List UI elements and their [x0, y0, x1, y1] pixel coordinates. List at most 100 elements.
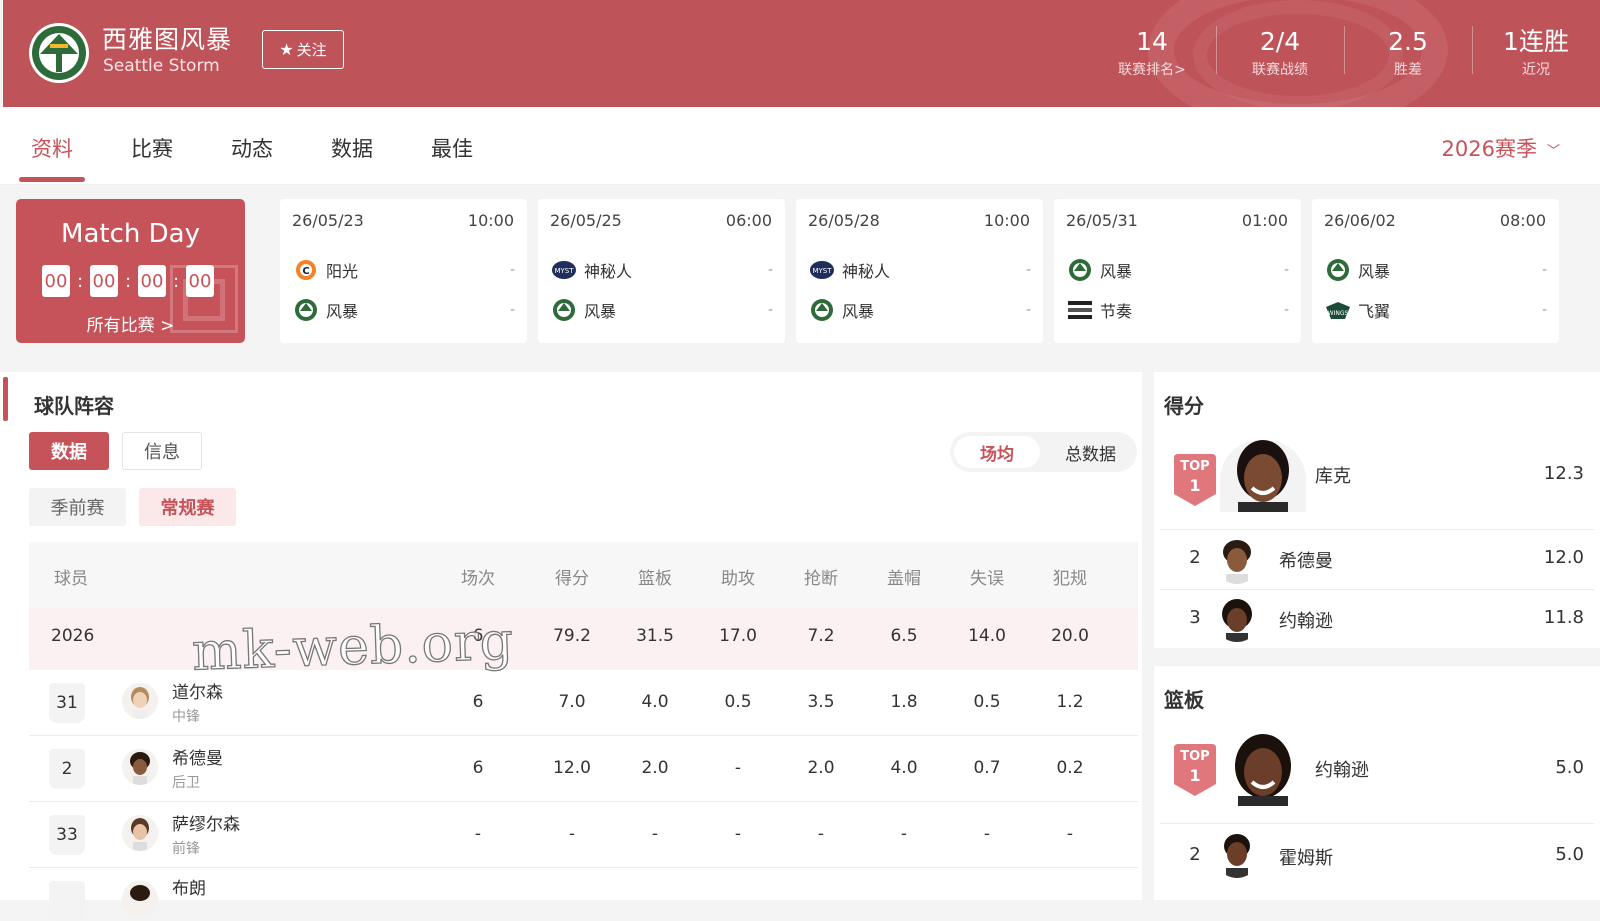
game-date: 26/05/23 — [292, 211, 364, 230]
game-card[interactable]: 26/05/31 01:00 风暴 - 节奏 - — [1054, 199, 1301, 343]
game-card[interactable]: 26/05/28 10:00 MYST 神秘人 - 风暴 - — [796, 199, 1043, 343]
team-name-cn: 西雅图风暴 — [102, 25, 233, 54]
tab-profile[interactable]: 资料 — [31, 133, 73, 163]
game-card[interactable]: 26/05/23 10:00 C 阳光 - 风暴 - — [280, 199, 527, 343]
team-name: 阳光 — [326, 262, 359, 281]
col-blocks: 盖帽 — [887, 569, 921, 589]
mystics-logo-icon: MYST — [550, 257, 577, 284]
svg-text:C: C — [302, 266, 309, 277]
game-card[interactable]: 26/06/02 08:00 风暴 - WINGS 飞翼 - — [1312, 199, 1559, 343]
storm-logo-icon — [808, 297, 835, 324]
stat-value: 2/4 — [1259, 27, 1301, 56]
col-player: 球员 — [54, 569, 88, 589]
leader-row-top[interactable]: TOP 1 约翰逊 5.0 — [1160, 730, 1594, 824]
player-rebounds: 4.0 — [641, 692, 669, 712]
player-steals: 3.5 — [807, 692, 835, 712]
player-points: 12.0 — [553, 758, 591, 778]
scoring-leaders-panel: 得分 TOP 1 库克 12.3 2 希德曼 12.0 3 约翰逊 11.8 — [1154, 372, 1600, 648]
team-tabs: 资料 比赛 动态 数据 最佳 2026赛季 ﹀ — [0, 107, 1600, 185]
table-row[interactable]: 33 萨缪尔森 前锋 - - - - - - - - — [29, 802, 1138, 868]
game-team-row: 风暴 - — [1066, 256, 1289, 284]
roster-table-header: 球员 场次 得分 篮板 助攻 抢断 盖帽 失误 犯规 — [29, 542, 1138, 608]
player-turnovers: 0.7 — [973, 758, 1001, 778]
team-score: - — [767, 302, 773, 318]
countdown-seconds: 00 — [186, 265, 214, 297]
match-day-card: Match Day 00 : 00 : 00 : 00 所有比赛 > — [16, 199, 245, 343]
game-time: 10:00 — [983, 211, 1030, 230]
player-turnovers: 0.5 — [973, 692, 1001, 712]
countdown-minutes: 00 — [138, 265, 166, 297]
view-tab-info[interactable]: 信息 — [122, 432, 202, 470]
wings-logo-icon: WINGS — [1324, 297, 1351, 324]
leader-photo — [1214, 830, 1260, 878]
leader-row[interactable]: 2 希德曼 12.0 — [1160, 530, 1594, 590]
leader-row-top[interactable]: TOP 1 库克 12.3 — [1160, 436, 1594, 530]
svg-text:MYST: MYST — [554, 267, 574, 275]
team-name: 神秘人 — [584, 262, 633, 281]
season-selector[interactable]: 2026赛季 ﹀ — [1442, 133, 1560, 163]
stat-mode-toggle: 场均 总数据 — [950, 432, 1137, 472]
table-row[interactable]: 2 希德曼 后卫 6 12.0 2.0 - 2.0 4.0 0.7 0.2 — [29, 736, 1138, 802]
tab-data[interactable]: 数据 — [331, 133, 373, 163]
leader-photo — [1220, 440, 1306, 512]
leader-photo — [1214, 596, 1260, 642]
player-fouls: - — [1066, 824, 1074, 844]
follow-label: 关注 — [296, 42, 327, 59]
follow-button[interactable]: ★ 关注 — [262, 30, 344, 69]
summary-assists: 17.0 — [719, 626, 757, 646]
summary-turnovers: 14.0 — [968, 626, 1006, 646]
tab-best[interactable]: 最佳 — [431, 133, 473, 163]
table-row[interactable]: 31 道尔森 中锋 6 7.0 4.0 0.5 3.5 1.8 0.5 1.2 — [29, 670, 1138, 736]
col-turnovers: 失误 — [970, 569, 1004, 589]
player-blocks: 1.8 — [890, 692, 918, 712]
stat-label: 胜差 — [1394, 62, 1422, 78]
stat-recent-form: 1连胜 近况 — [1472, 0, 1600, 107]
leader-name: 约翰逊 — [1315, 760, 1369, 781]
game-team-row: 风暴 - — [808, 296, 1031, 324]
tab-news[interactable]: 动态 — [231, 133, 273, 163]
leader-photo — [1220, 734, 1306, 806]
leader-row[interactable]: 3 约翰逊 11.8 — [1160, 590, 1594, 648]
summary-blocks: 6.5 — [890, 626, 918, 646]
jersey-number: 2 — [49, 749, 85, 789]
player-assists: - — [734, 758, 742, 778]
game-card[interactable]: 26/05/25 06:00 MYST 神秘人 - 风暴 - — [538, 199, 785, 343]
jersey-number — [49, 881, 85, 921]
player-fouls: 0.2 — [1056, 758, 1084, 778]
leader-name: 希德曼 — [1279, 551, 1333, 572]
leader-name: 库克 — [1315, 466, 1351, 487]
storm-logo-icon — [550, 297, 577, 324]
stat-label: 联赛排名> — [1118, 62, 1186, 78]
toggle-totals[interactable]: 总数据 — [1048, 436, 1133, 468]
player-avatar — [122, 749, 158, 785]
top-rank-badge: TOP 1 — [1172, 744, 1218, 798]
game-time: 01:00 — [1241, 211, 1288, 230]
roster-title: 球队阵容 — [34, 394, 114, 418]
player-avatar — [122, 683, 158, 719]
game-team-row: 风暴 - — [550, 296, 773, 324]
view-tab-data[interactable]: 数据 — [29, 432, 109, 470]
all-games-link[interactable]: 所有比赛 > — [16, 311, 245, 336]
top-label: TOP — [1180, 459, 1210, 474]
toggle-per-game[interactable]: 场均 — [954, 436, 1040, 468]
team-name: 风暴 — [1100, 262, 1133, 281]
stat-league-rank[interactable]: 14 联赛排名> — [1088, 0, 1216, 107]
leader-value: 12.0 — [1543, 547, 1584, 568]
phase-tab-regular[interactable]: 常规赛 — [139, 488, 236, 526]
season-summary-row: 2026 6 79.2 31.5 17.0 7.2 6.5 14.0 20.0 — [29, 608, 1138, 670]
top-label: TOP — [1180, 749, 1210, 764]
game-team-row: WINGS 飞翼 - — [1324, 296, 1547, 324]
leader-row[interactable]: 2 霍姆斯 5.0 — [1160, 824, 1594, 884]
tab-games[interactable]: 比赛 — [131, 133, 173, 163]
team-name: 风暴 — [1358, 262, 1391, 281]
mystics-logo-icon: MYST — [808, 257, 835, 284]
top-rank-badge: TOP 1 — [1172, 454, 1218, 508]
leader-value: 5.0 — [1555, 757, 1584, 778]
game-team-row: 节奏 - — [1066, 296, 1289, 324]
table-row[interactable]: 布朗 — [29, 868, 1138, 921]
phase-tab-preseason[interactable]: 季前赛 — [29, 488, 126, 526]
stat-league-record: 2/4 联赛战绩 — [1216, 0, 1344, 107]
team-name-en: Seattle Storm — [103, 56, 220, 76]
player-points: 7.0 — [558, 692, 586, 712]
player-name: 萨缪尔森 — [172, 815, 240, 835]
